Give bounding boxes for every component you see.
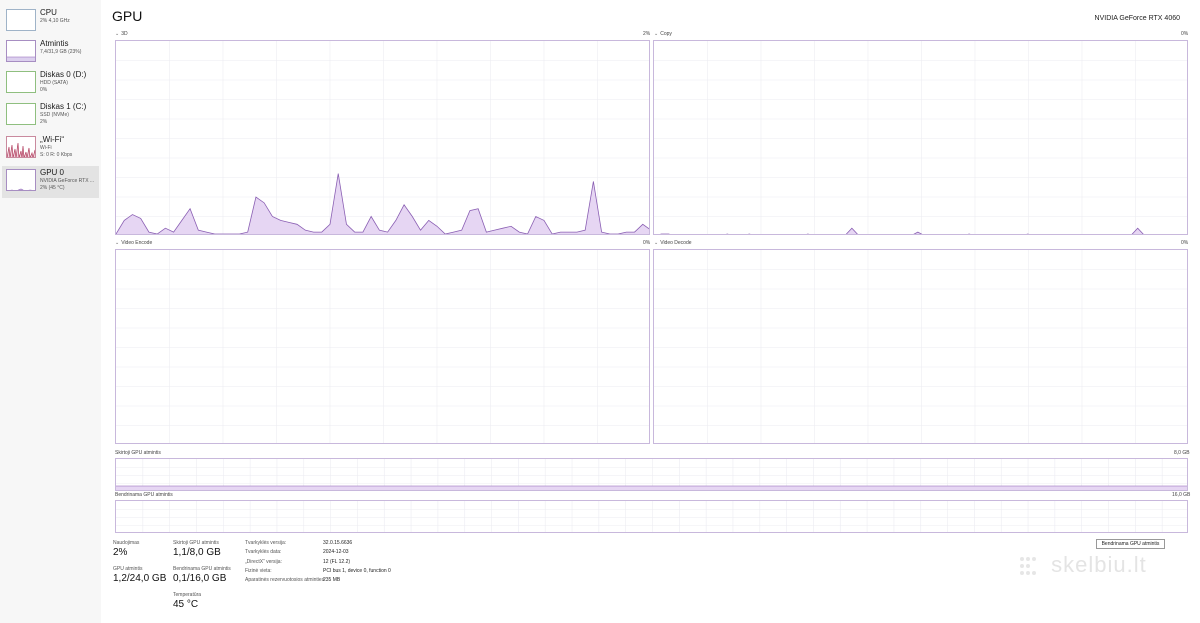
directx-version-value: 12 (FL 12.2): [323, 559, 351, 565]
utilization-value: 2%: [113, 547, 128, 558]
series-line: [116, 173, 649, 234]
gpu-mem-label: GPU atmintis: [113, 566, 143, 572]
dedicated-memory-graph: [115, 458, 1188, 491]
series-line: [659, 227, 1144, 234]
graph-encode-selector[interactable]: ⌄ Video Encode: [115, 240, 152, 246]
graph-3d-label: 3D: [121, 31, 128, 37]
shared-memory-chart: [116, 501, 1187, 532]
graph-copy-label: Copy: [660, 31, 672, 37]
graph-3d-percent: 2%: [643, 31, 651, 37]
graph-copy: [653, 40, 1188, 235]
sidebar-item-sub: S: 0 R: 0 Kbps: [40, 151, 73, 158]
sidebar-item-label: GPU 0: [40, 168, 65, 177]
sidebar-item-gpu0[interactable]: GPU 0 NVIDIA GeForce RTX ... 2% (45 °C): [2, 166, 99, 198]
dedicated-memory-fill: [116, 486, 1187, 490]
sidebar-item-memory[interactable]: Atmintis 7,4/31,9 GB (23%): [2, 37, 99, 69]
dedicated-mem-value: 1,1/8,0 GB: [173, 547, 221, 558]
graph-decode: [653, 249, 1188, 444]
dedicated-mem-label: Skirtoji GPU atmintis: [173, 540, 219, 546]
sidebar-item-sub: 0%: [40, 86, 48, 93]
sidebar-item-label: Diskas 0 (D:): [40, 70, 87, 79]
temperature-label: Temperatūra: [173, 592, 202, 598]
graph-encode-chart: [116, 250, 649, 443]
driver-version-value: 32.0.15.6636: [323, 540, 353, 546]
graph-decode-selector[interactable]: ⌄ Video Decode: [654, 240, 692, 246]
sidebar-item-sub: NVIDIA GeForce RTX ...: [40, 178, 95, 184]
sidebar-item-sub: 2%: [40, 118, 48, 125]
sidebar-item-label: Atmintis: [40, 39, 69, 48]
reserved-memory-value: 235 MB: [323, 577, 341, 583]
page-title: GPU: [112, 8, 143, 24]
shared-memory-max: 16,0 GB: [1172, 492, 1191, 498]
chevron-down-icon: ⌄: [654, 31, 659, 37]
gpu-model-name: NVIDIA GeForce RTX 4060: [1094, 15, 1180, 22]
graph-encode: [115, 249, 650, 444]
graph-copy-chart: [654, 41, 1187, 234]
sidebar-item-label: CPU: [40, 8, 57, 17]
graph-decode-label: Video Decode: [660, 240, 692, 246]
chevron-down-icon: ⌄: [654, 240, 659, 246]
dedicated-gpu-memory-button[interactable]: Bendrinama GPU atmintis: [1096, 539, 1165, 549]
graph-decode-chart: [654, 250, 1187, 443]
graph-copy-percent: 0%: [1181, 31, 1189, 37]
temperature-value: 45 °C: [173, 599, 199, 610]
shared-memory-graph: [115, 500, 1188, 533]
graph-3d-selector[interactable]: ⌄ 3D: [115, 31, 128, 37]
shared-memory-label: Bendrinama GPU atmintis: [115, 492, 173, 498]
graph-encode-label: Video Encode: [121, 240, 153, 246]
dedicated-memory-chart: [116, 459, 1187, 490]
sidebar-item-disk1[interactable]: Diskas 1 (C:) SSD (NVMe) 2%: [2, 100, 99, 132]
shared-mem-label: Bendrinama GPU atmintis: [173, 566, 231, 572]
sidebar-item-disk0[interactable]: Diskas 0 (D:) HDD (SATA) 0%: [2, 68, 99, 100]
directx-version-key: „DirectX“ versija:: [245, 559, 282, 565]
sidebar-item-sub: 7,4/31,9 GB (23%): [40, 49, 82, 55]
disk0-thumbnail: [6, 71, 36, 93]
dedicated-memory-label: Skirtoji GPU atmintis: [115, 450, 161, 456]
watermark-text: skelbiu.lt: [1051, 552, 1147, 577]
sidebar-item-label: „Wi-Fi“: [40, 135, 64, 144]
chevron-down-icon: ⌄: [115, 240, 120, 246]
gpu-thumbnail: [6, 169, 36, 191]
graph-3d: [115, 40, 650, 235]
dedicated-memory-max: 8,0 GB: [1174, 450, 1190, 456]
cpu-thumbnail: [6, 9, 36, 31]
series-area: [116, 173, 649, 234]
sidebar-item-sub: 2% (45 °C): [40, 184, 65, 191]
shared-mem-value: 0,1/16,0 GB: [173, 573, 227, 584]
graph-decode-percent: 0%: [1181, 240, 1189, 246]
reserved-memory-key: Aparatinės rezervuotosios atminties:: [245, 577, 326, 583]
graph-copy-selector[interactable]: ⌄ Copy: [654, 31, 672, 37]
wifi-sparkline: [7, 142, 35, 157]
sidebar-item-cpu[interactable]: CPU 2% 4,10 GHz: [2, 6, 99, 38]
physical-location-key: Fizinė vieta:: [245, 568, 272, 574]
graph-3d-chart: [116, 41, 649, 234]
physical-location-value: PCI bus 1, device 0, function 0: [323, 568, 391, 574]
watermark-logo-icon: [1020, 557, 1036, 576]
driver-version-key: Tvarkyklės versija:: [245, 540, 287, 546]
gpu-mem-value: 1,2/24,0 GB: [113, 573, 167, 584]
memory-thumbnail: [6, 40, 36, 62]
driver-date-value: 2024-12-03: [323, 549, 349, 555]
utilization-label: Naudojimas: [113, 540, 140, 546]
wifi-thumbnail: [6, 136, 36, 158]
driver-date-key: Tvarkyklės data:: [245, 549, 282, 555]
disk1-thumbnail: [6, 103, 36, 125]
sidebar-item-sub: 2% 4,10 GHz: [40, 18, 70, 24]
sidebar-item-wifi[interactable]: „Wi-Fi“ Wi-Fi S: 0 R: 0 Kbps: [2, 133, 99, 165]
sidebar: CPU 2% 4,10 GHz Atmintis 7,4/31,9 GB (23…: [0, 0, 101, 623]
graph-encode-percent: 0%: [643, 240, 651, 246]
watermark: skelbiu.lt: [1018, 552, 1147, 578]
chevron-down-icon: ⌄: [115, 31, 120, 37]
sidebar-item-label: Diskas 1 (C:): [40, 102, 87, 111]
